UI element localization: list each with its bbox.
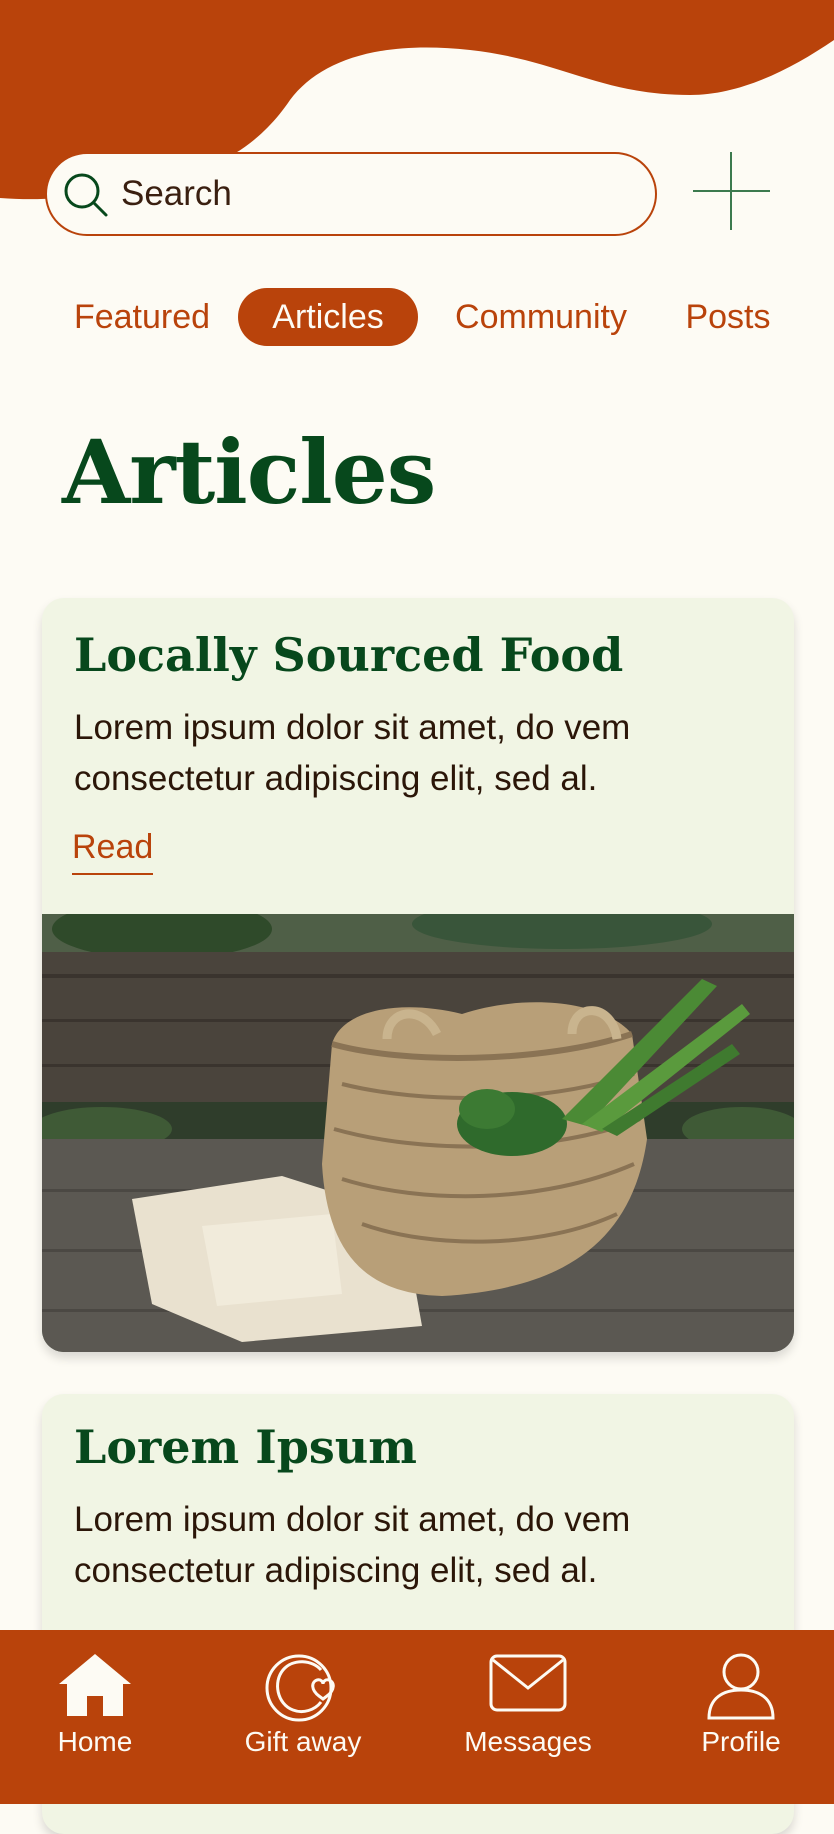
tab-featured[interactable]: Featured bbox=[58, 288, 226, 346]
search-bar[interactable] bbox=[45, 152, 657, 236]
search-input[interactable] bbox=[121, 174, 655, 214]
nav-profile[interactable]: Profile bbox=[651, 1630, 831, 1804]
tab-posts[interactable]: Posts bbox=[676, 288, 780, 346]
article-title: Lorem Ipsum bbox=[74, 1420, 417, 1474]
read-link[interactable]: Read bbox=[72, 828, 154, 875]
page-title: Articles bbox=[62, 420, 436, 524]
nav-gift-away-label: Gift away bbox=[244, 1726, 362, 1757]
nav-profile-label: Profile bbox=[701, 1726, 781, 1757]
nav-gift-away[interactable]: Gift away bbox=[213, 1630, 393, 1804]
envelope-icon bbox=[489, 1654, 567, 1712]
category-tabs: Featured Articles Community Posts bbox=[0, 288, 834, 348]
plus-icon bbox=[693, 152, 770, 230]
nav-messages[interactable]: Messages bbox=[438, 1630, 618, 1804]
tab-articles[interactable]: Articles bbox=[238, 288, 418, 346]
nav-home[interactable]: Home bbox=[5, 1630, 185, 1804]
user-icon bbox=[707, 1653, 775, 1720]
article-excerpt: Lorem ipsum dolor sit amet, do vem conse… bbox=[74, 708, 631, 798]
nav-home-label: Home bbox=[57, 1726, 133, 1757]
home-icon bbox=[59, 1654, 131, 1716]
search-icon bbox=[64, 173, 108, 217]
article-card[interactable]: Locally Sourced Food Lorem ipsum dolor s… bbox=[42, 598, 794, 1352]
nav-messages-label: Messages bbox=[464, 1726, 592, 1757]
article-image bbox=[42, 914, 794, 1352]
bottom-nav: Home Gift away Messages Profile bbox=[0, 1630, 834, 1804]
gift-away-icon bbox=[265, 1654, 335, 1722]
add-button[interactable] bbox=[690, 150, 772, 232]
article-title: Locally Sourced Food bbox=[74, 628, 624, 682]
article-excerpt: Lorem ipsum dolor sit amet, do vem conse… bbox=[74, 1500, 631, 1590]
tab-community[interactable]: Community bbox=[432, 288, 650, 346]
